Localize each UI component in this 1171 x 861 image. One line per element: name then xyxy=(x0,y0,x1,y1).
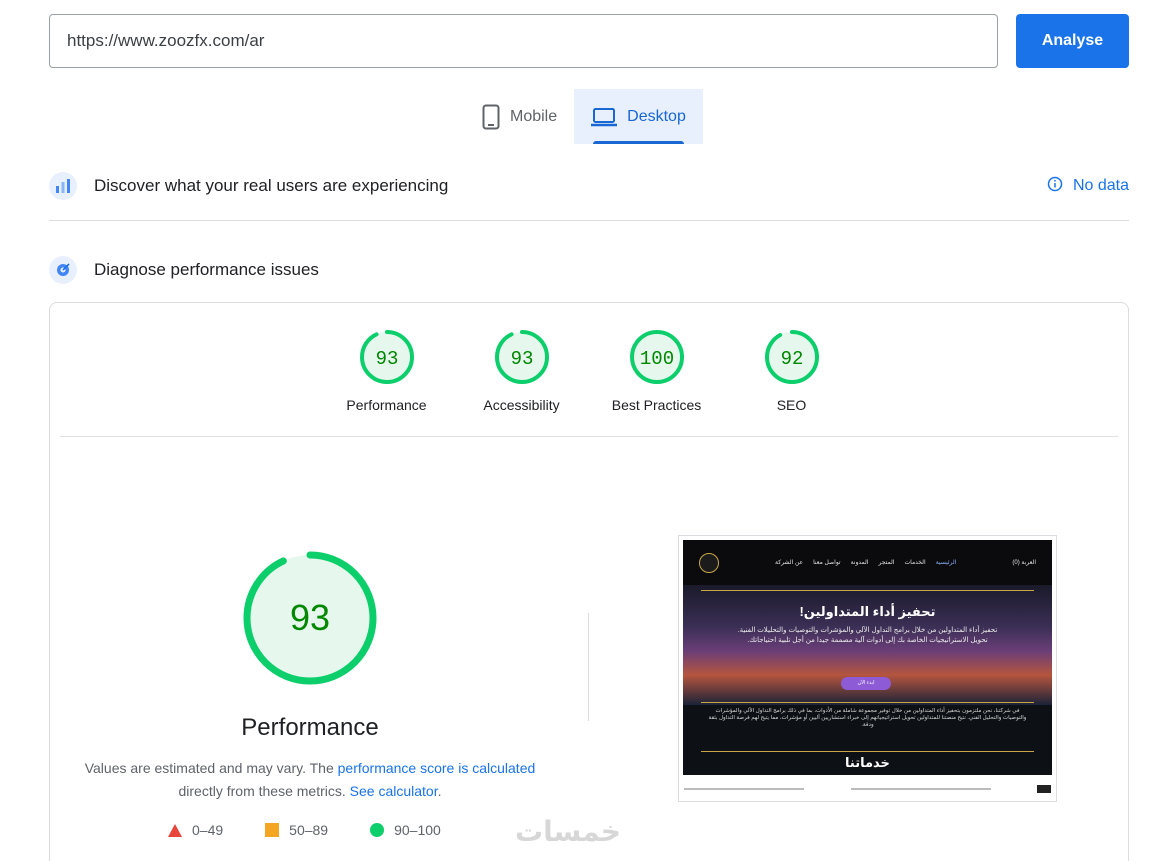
lab-data-title: Diagnose performance issues xyxy=(94,260,319,279)
shot-hero-title: تحفيز أداء المتداولين! xyxy=(799,604,936,619)
see-calculator-link[interactable]: See calculator xyxy=(350,783,438,799)
users-chart-icon xyxy=(49,172,77,200)
big-gauge-score: 93 xyxy=(290,597,330,638)
shot-hero-text: تحفيز أداء المتداولين من خلال برامج التد… xyxy=(737,627,998,644)
gauge-score: 92 xyxy=(780,348,803,370)
legend-pass: 90–100 xyxy=(370,822,441,838)
shot-hero-button: ابدء الآن xyxy=(841,677,891,690)
lab-data-header: Diagnose performance issues xyxy=(49,256,1129,284)
card-divider xyxy=(60,436,1118,437)
vertical-separator xyxy=(588,613,589,721)
legend-average: 50–89 xyxy=(265,822,328,838)
shot-body-text: في شركتنا، نحن ملتزمون بتحفيز أداء المتد… xyxy=(708,708,1027,728)
score-legend: 0–49 50–89 90–100 xyxy=(168,822,483,838)
watermark-logo: خمسات xyxy=(515,816,622,847)
tab-mobile-label: Mobile xyxy=(510,107,558,125)
gauge-best-practices[interactable]: 100 Best Practices xyxy=(589,329,724,413)
gauge-ring: 93 xyxy=(359,330,414,384)
no-data-link[interactable]: No data xyxy=(1047,176,1129,197)
performance-description: Values are estimated and may vary. The p… xyxy=(84,760,536,799)
triangle-icon xyxy=(168,823,182,837)
section-divider xyxy=(49,220,1129,221)
report-card: 93 Performance 93 Accessibility 100 Best Pr… xyxy=(49,302,1129,861)
gauge-ring: 93 xyxy=(494,330,549,384)
url-input[interactable] xyxy=(49,14,998,68)
circle-icon xyxy=(370,823,385,837)
gauge-ring: 92 xyxy=(764,330,819,384)
gauge-label: Accessibility xyxy=(483,397,560,413)
device-tabs: Mobile Desktop xyxy=(465,89,703,144)
tab-desktop-label: Desktop xyxy=(627,107,686,125)
shot-section-title: خدماتنا xyxy=(845,755,890,770)
site-logo xyxy=(699,552,720,573)
gauge-label: Performance xyxy=(346,397,427,413)
shot-navbar: العربة (0) الرئيسية الخدمات المتجر المدو… xyxy=(683,540,1052,585)
no-data-label: No data xyxy=(1072,177,1129,194)
info-icon xyxy=(1047,176,1063,197)
gauge-label: Best Practices xyxy=(611,397,702,413)
tab-mobile[interactable]: Mobile xyxy=(465,89,574,144)
page-screenshot: العربة (0) الرئيسية الخدمات المتجر المدو… xyxy=(678,535,1057,802)
field-data-header: Discover what your real users are experi… xyxy=(49,172,1129,200)
gauge-accessibility[interactable]: 93 Accessibility xyxy=(454,329,589,413)
gauge-ring: 100 xyxy=(629,330,684,384)
gauge-score: 93 xyxy=(375,348,398,370)
legend-fail: 0–49 xyxy=(168,822,223,838)
gauge-label: SEO xyxy=(776,397,807,413)
field-data-title: Discover what your real users are experi… xyxy=(94,176,449,195)
shot-footer xyxy=(684,781,1051,797)
score-calculated-link[interactable]: performance score is calculated xyxy=(338,760,536,776)
analyse-button[interactable]: Analyse xyxy=(1016,14,1129,68)
gauge-score: 100 xyxy=(639,348,673,370)
tab-desktop[interactable]: Desktop xyxy=(574,89,703,144)
diagnose-icon xyxy=(49,256,77,284)
phone-icon xyxy=(482,104,500,130)
performance-big-gauge: 93 xyxy=(241,549,379,692)
square-icon xyxy=(265,823,280,837)
laptop-icon xyxy=(591,107,618,127)
gauge-score: 93 xyxy=(510,348,533,370)
gauge-performance[interactable]: 93 Performance xyxy=(319,329,454,413)
performance-title: Performance xyxy=(241,714,379,741)
score-gauges: 93 Performance 93 Accessibility 100 Best Pr… xyxy=(50,329,1128,413)
screenshot-content: العربة (0) الرئيسية الخدمات المتجر المدو… xyxy=(683,540,1052,775)
gauge-seo[interactable]: 92 SEO xyxy=(724,329,859,413)
